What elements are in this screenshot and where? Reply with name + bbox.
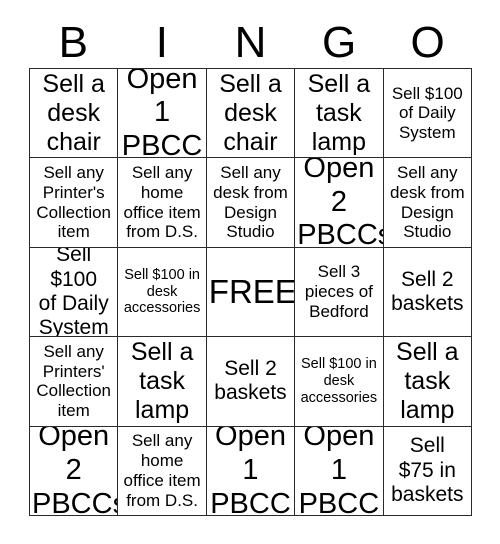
cell-i4-label: Sell a task lamp: [130, 337, 194, 424]
cell-b5-label: Open 2 PBCCs: [32, 426, 119, 516]
cell-o5[interactable]: Sell $75 in baskets: [383, 426, 472, 516]
cell-b1-label: Sell a desk chair: [42, 69, 105, 156]
cell-b4-label: Sell any Printers' Collection item: [36, 341, 112, 421]
cell-n3-free-space-label: FREE!: [208, 272, 296, 310]
cell-n1-label: Sell a desk chair: [219, 69, 282, 156]
cell-o1[interactable]: Sell $100 of Daily System: [383, 69, 472, 159]
cell-i2-label: Sell any home office item from D.S.: [123, 163, 201, 242]
cell-g3-label: Sell 3 pieces of Bedford: [304, 262, 373, 321]
cell-o1-label: Sell $100 of Daily System: [391, 83, 463, 143]
header-letter-b: B: [58, 18, 88, 67]
cell-o3-label: Sell 2 baskets: [391, 267, 464, 315]
header-letter-g: G: [321, 18, 357, 67]
cell-g4-label: Sell $100 in desk accessories: [300, 356, 378, 406]
cell-b1[interactable]: Sell a desk chair: [30, 69, 119, 159]
cell-g2[interactable]: Open 2 PBCCs: [295, 158, 384, 248]
cell-i2[interactable]: Sell any home office item from D.S.: [118, 158, 207, 248]
cell-o5-label: Sell $75 in baskets: [391, 434, 464, 506]
cell-g1[interactable]: Sell a task lamp: [295, 69, 384, 159]
cell-n5[interactable]: Open 1 PBCC: [206, 426, 296, 516]
cell-n1[interactable]: Sell a desk chair: [206, 69, 296, 159]
cell-i3-label: Sell $100 in desk accessories: [123, 266, 201, 317]
cell-i5[interactable]: Sell any home office item from D.S.: [118, 426, 207, 516]
cell-g1-label: Sell a task lamp: [307, 69, 371, 156]
cell-o2[interactable]: Sell any desk from Design Studio: [383, 158, 472, 248]
cell-g5[interactable]: Open 1 PBCC: [295, 426, 384, 516]
cell-i5-label: Sell any home office item from D.S.: [123, 431, 201, 510]
cell-g2-label: Open 2 PBCCs: [297, 158, 384, 248]
cell-o2-label: Sell any desk from Design Studio: [389, 163, 465, 242]
cell-o3[interactable]: Sell 2 baskets: [383, 247, 472, 338]
bingo-grid: Sell a desk chair Open 1 PBCC Sell a desk …: [29, 68, 472, 516]
cell-b2[interactable]: Sell any Printer's Collection item: [30, 158, 119, 248]
cell-o4[interactable]: Sell a task lamp: [383, 337, 472, 427]
cell-n4-label: Sell 2 baskets: [214, 357, 287, 405]
cell-b5[interactable]: Open 2 PBCCs: [30, 426, 119, 516]
bingo-card: BINGO Sell a desk chair Open 1 PBCC Sell a…: [0, 0, 500, 544]
cell-n2-label: Sell any desk from Design Studio: [213, 163, 288, 242]
cell-n5-label: Open 1 PBCC: [210, 426, 291, 516]
cell-g4[interactable]: Sell $100 in desk accessories: [295, 337, 384, 427]
cell-b4[interactable]: Sell any Printers' Collection item: [30, 337, 119, 427]
header-letter-o: O: [410, 18, 445, 67]
cell-i1[interactable]: Open 1 PBCC: [118, 69, 207, 159]
cell-i4[interactable]: Sell a task lamp: [118, 337, 207, 427]
cell-b3[interactable]: Sell $100 of Daily System: [30, 247, 119, 338]
cell-g5-label: Open 1 PBCC: [298, 426, 380, 516]
header-letter-i: I: [155, 18, 168, 67]
cell-o4-label: Sell a task lamp: [396, 337, 459, 424]
cell-n3-free-space[interactable]: FREE!: [206, 247, 296, 338]
cell-b3-label: Sell $100 of Daily System: [38, 247, 109, 338]
bingo-header: BINGO: [29, 18, 472, 68]
cell-n4[interactable]: Sell 2 baskets: [206, 337, 296, 427]
cell-i1-label: Open 1 PBCC: [121, 69, 203, 159]
cell-b2-label: Sell any Printer's Collection item: [36, 163, 112, 242]
header-letter-n: N: [234, 18, 267, 67]
cell-n2[interactable]: Sell any desk from Design Studio: [206, 158, 296, 248]
cell-i3[interactable]: Sell $100 in desk accessories: [118, 247, 207, 338]
cell-g3[interactable]: Sell 3 pieces of Bedford: [295, 247, 384, 338]
